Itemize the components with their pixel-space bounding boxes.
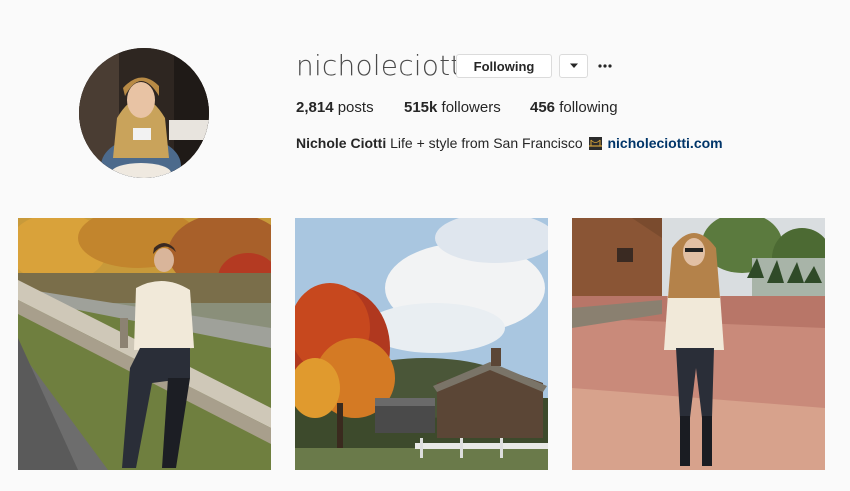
posts-label: posts — [333, 99, 374, 116]
bio-website-link[interactable]: nicholeciotti.com — [607, 135, 722, 151]
post-grid — [0, 218, 850, 470]
following-stat[interactable]: 456 following — [530, 99, 618, 116]
posts-stat: 2,814 posts — [296, 99, 374, 116]
full-name: Nichole Ciotti — [296, 135, 387, 151]
post-tile-1[interactable] — [18, 218, 271, 470]
post-image-1 — [18, 218, 271, 470]
bio-text: Life + style from San Francisco — [386, 135, 587, 151]
suggested-dropdown-button[interactable] — [559, 54, 588, 78]
avatar-image — [79, 48, 209, 178]
profile-avatar[interactable] — [79, 48, 209, 178]
profile-header: nicholeciotti Following 2,814 posts 515k… — [0, 0, 850, 200]
following-count: 456 — [530, 99, 556, 116]
followers-label: followers — [437, 99, 501, 116]
followers-stat[interactable]: 515k followers — [404, 99, 501, 116]
followers-count: 515k — [404, 99, 438, 116]
post-image-2 — [295, 218, 548, 470]
username-heading: nicholeciotti — [296, 49, 470, 82]
post-image-3 — [572, 218, 825, 470]
more-options-icon — [598, 64, 612, 68]
bridge-emoji-icon — [588, 137, 602, 150]
posts-count: 2,814 — [296, 99, 334, 116]
more-options-button[interactable] — [596, 56, 614, 76]
following-label: following — [555, 99, 618, 116]
post-tile-3[interactable] — [572, 218, 825, 470]
following-button[interactable]: Following — [456, 54, 552, 78]
chevron-down-icon — [569, 63, 578, 68]
profile-bio: Nichole Ciotti Life + style from San Fra… — [296, 135, 723, 151]
post-tile-2[interactable] — [295, 218, 548, 470]
